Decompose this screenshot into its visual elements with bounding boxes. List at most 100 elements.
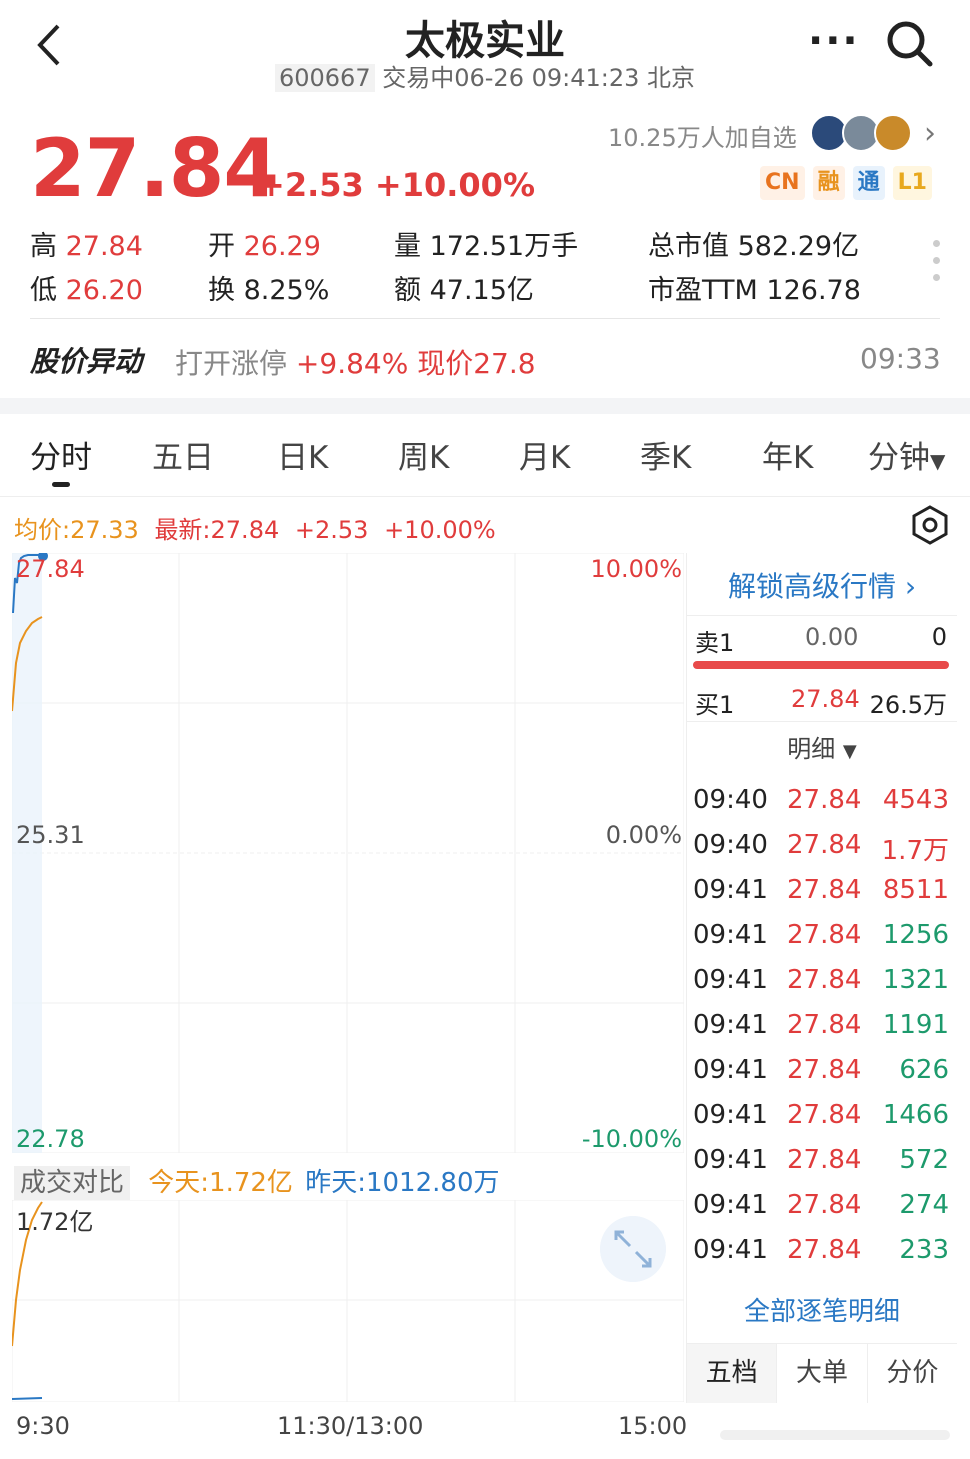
stat-label: 开 xyxy=(208,231,235,262)
tab-yearly-k[interactable]: 年K xyxy=(762,432,813,477)
tab-price-distribution[interactable]: 分价 xyxy=(868,1344,957,1403)
current-price: 27.84 xyxy=(30,122,279,215)
y-mid-label: 25.31 xyxy=(16,821,85,849)
stat-value: 47.15亿 xyxy=(429,275,534,306)
trade-time: 09:41 xyxy=(693,1145,768,1175)
trade-price: 27.84 xyxy=(787,785,862,815)
tab-minute-label: 分钟 xyxy=(868,440,930,476)
watcher-avatars[interactable] xyxy=(810,114,914,152)
badge-margin[interactable]: 融 xyxy=(812,166,845,200)
stock-code: 600667 xyxy=(274,64,375,92)
stat-label: 总市值 xyxy=(648,231,729,262)
badge-cn[interactable]: CN xyxy=(760,166,805,200)
stat-turnover: 换 8.25% xyxy=(208,268,329,307)
y-min-label: 22.78 xyxy=(16,1125,85,1153)
chevron-right-icon: › xyxy=(904,570,917,603)
price-change: +2.53 +10.00% xyxy=(258,166,535,204)
stat-low: 低 26.20 xyxy=(30,268,143,307)
volume-chart-grid xyxy=(12,1200,684,1402)
trade-row: 09:41 27.84 572 xyxy=(693,1145,949,1185)
trade-row: 09:41 27.84 1256 xyxy=(693,920,949,960)
trade-volume: 626 xyxy=(899,1055,949,1085)
divider xyxy=(0,496,970,497)
alert-detail: +9.84% 现价27.8 xyxy=(295,347,536,380)
trade-volume: 1321 xyxy=(882,965,949,995)
tab-monthly-k[interactable]: 月K xyxy=(519,432,570,477)
trade-volume: 4543 xyxy=(882,785,949,815)
trade-time: 09:41 xyxy=(693,965,768,995)
watchers-count[interactable]: 10.25万人加自选 xyxy=(608,118,797,153)
tab-intraday[interactable]: 分时 xyxy=(30,432,92,477)
stat-value: 27.84 xyxy=(65,231,143,262)
trade-price: 27.84 xyxy=(787,1100,862,1130)
alert-prefix: 打开涨停 xyxy=(175,347,288,380)
more-icon[interactable]: ··· xyxy=(808,18,860,64)
stat-label: 量 xyxy=(394,231,421,262)
sell-pressure-bar xyxy=(693,661,949,669)
stat-label: 低 xyxy=(30,275,57,306)
volume-compare-tag: 成交对比 xyxy=(14,1166,131,1200)
trade-row: 09:41 27.84 1191 xyxy=(693,1010,949,1050)
trade-row: 09:41 27.84 233 xyxy=(693,1235,949,1275)
watermark-bar xyxy=(720,1430,950,1440)
price-chart-grid xyxy=(12,553,684,1153)
badge-level1[interactable]: L1 xyxy=(892,166,932,200)
stat-value: 8.25% xyxy=(243,275,330,306)
tab-minute[interactable]: 分钟▼ xyxy=(868,432,945,477)
volume-chart[interactable]: 1.72亿 xyxy=(12,1200,684,1402)
legend-latest: 最新:27.84 xyxy=(154,516,280,544)
legend-change: +2.53 xyxy=(294,516,369,544)
tab-large-orders[interactable]: 大单 xyxy=(777,1344,868,1403)
tab-quarterly-k[interactable]: 季K xyxy=(640,432,691,477)
stat-label: 额 xyxy=(394,275,421,306)
all-trades-button[interactable]: 全部逐笔明细 xyxy=(687,1291,957,1328)
buy-label: 买1 xyxy=(695,691,735,719)
sell-volume: 0 xyxy=(931,623,947,651)
trade-time: 09:40 xyxy=(693,785,768,815)
trade-row: 09:41 27.84 8511 xyxy=(693,875,949,915)
unlock-label: 解锁高级行情 xyxy=(727,570,896,603)
intraday-chart[interactable]: 27.84 25.31 22.78 10.00% 0.00% -10.00% xyxy=(12,553,684,1153)
tab-daily-k[interactable]: 日K xyxy=(277,432,328,477)
chevron-right-icon[interactable]: › xyxy=(924,116,936,151)
tab-weekly-k[interactable]: 周K xyxy=(398,432,449,477)
x-axis-mid: 11:30/13:00 xyxy=(277,1412,424,1440)
caret-down-icon: ▼ xyxy=(930,449,946,473)
volume-max-label: 1.72亿 xyxy=(16,1208,94,1236)
trade-price: 27.84 xyxy=(787,1145,862,1175)
trade-list[interactable]: 09:40 27.84 4543 09:40 27.84 1.7万 09:41 27.84 85… xyxy=(687,759,957,1279)
price-area xyxy=(12,553,42,1153)
stat-value: 582.29亿 xyxy=(737,231,860,262)
trade-price: 27.84 xyxy=(787,875,862,905)
trade-time: 09:41 xyxy=(693,1100,768,1130)
trade-time: 09:41 xyxy=(693,1190,768,1220)
chart-tabs: 分时 五日 日K 周K 月K 季K 年K 分钟▼ xyxy=(0,432,970,482)
trade-price: 27.84 xyxy=(787,1235,862,1265)
badge-group: CN 融 通 L1 xyxy=(760,166,932,200)
settings-icon[interactable] xyxy=(910,505,950,545)
stat-value: 126.78 xyxy=(766,275,861,306)
volume-legend: 成交对比 今天:1.72亿 昨天:1012.80万 xyxy=(14,1162,499,1200)
search-icon[interactable] xyxy=(884,18,934,68)
expand-icon[interactable] xyxy=(600,1216,666,1282)
stat-label: 换 xyxy=(208,275,235,306)
trade-time: 09:41 xyxy=(693,1235,768,1265)
tab-five-day[interactable]: 五日 xyxy=(152,432,214,477)
kebab-icon[interactable] xyxy=(930,240,942,284)
buy-price: 27.84 xyxy=(791,685,860,713)
stat-value: 172.51万手 xyxy=(429,231,579,262)
trade-volume: 1191 xyxy=(882,1010,949,1040)
active-tab-indicator xyxy=(52,482,70,487)
section-separator xyxy=(0,398,970,414)
unlock-level2-button[interactable]: 解锁高级行情 › xyxy=(687,565,957,605)
trade-volume: 233 xyxy=(899,1235,949,1265)
trade-row: 09:40 27.84 1.7万 xyxy=(693,830,949,870)
stat-value: 26.20 xyxy=(65,275,143,306)
trade-price: 27.84 xyxy=(787,965,862,995)
trade-volume: 572 xyxy=(899,1145,949,1175)
alert-text[interactable]: 打开涨停 +9.84% 现价27.8 xyxy=(175,342,536,382)
pct-max-label: 10.00% xyxy=(590,555,682,583)
badge-connect[interactable]: 通 xyxy=(852,166,885,200)
trade-price: 27.84 xyxy=(787,1190,862,1220)
tab-five-levels[interactable]: 五档 xyxy=(687,1344,778,1403)
